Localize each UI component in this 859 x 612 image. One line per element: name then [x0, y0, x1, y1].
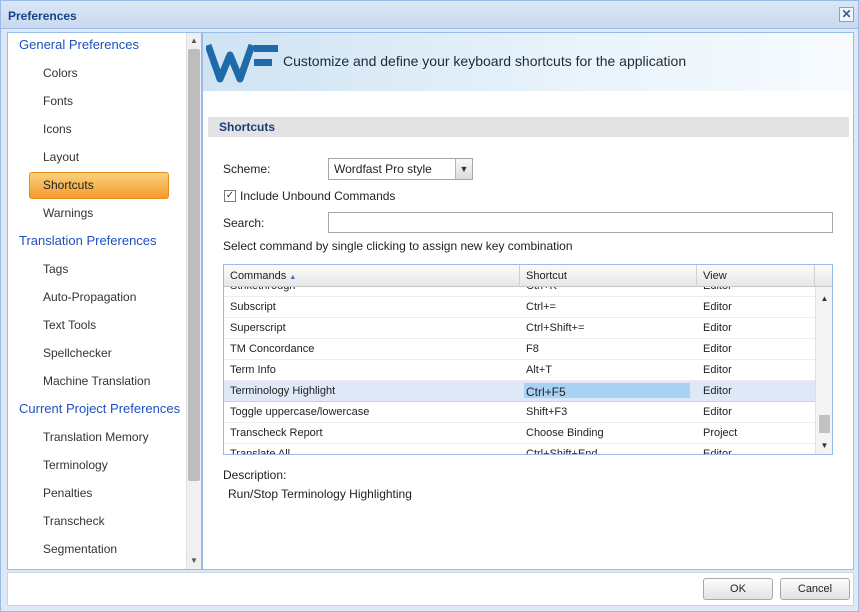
title-bar: Preferences ✕	[1, 1, 858, 29]
column-header-commands[interactable]: Commands ▲	[224, 265, 520, 287]
view-cell: Editor	[703, 406, 732, 418]
sidebar-item-terminology[interactable]: Terminology	[43, 453, 108, 477]
table-row[interactable]: Superscript Ctrl+Shift+= Editor	[224, 318, 815, 339]
column-header-shortcut[interactable]: Shortcut	[520, 265, 697, 287]
view-cell: Editor	[703, 448, 732, 454]
scroll-down-arrow[interactable]: ▼	[819, 440, 830, 451]
search-label: Search:	[223, 216, 265, 230]
command-cell: Terminology Highlight	[230, 385, 336, 397]
sidebar-item-spellchecker[interactable]: Spellchecker	[43, 341, 112, 365]
grid-scrollbar[interactable]: ▲ ▼	[815, 287, 832, 454]
shortcut-cell: Ctrl+Shift+End	[526, 448, 598, 454]
command-cell: Strikethrough	[230, 287, 295, 292]
window-title: Preferences	[8, 9, 77, 23]
shortcut-cell: Ctrl+K	[526, 287, 557, 292]
sidebar-item-tags[interactable]: Tags	[43, 257, 68, 281]
sidebar-item-transcheck[interactable]: Transcheck	[43, 509, 105, 533]
column-header-view[interactable]: View	[697, 265, 815, 287]
sidebar-item-colors[interactable]: Colors	[43, 61, 78, 85]
grid-header: Commands ▲ Shortcut View	[224, 265, 832, 287]
sidebar-item-fonts[interactable]: Fonts	[43, 89, 73, 113]
grid-body: Strikethrough Ctrl+K Editor Subscript Ctrl+=…	[224, 287, 815, 454]
command-cell: Superscript	[230, 322, 286, 334]
shortcut-cell: Choose Binding	[526, 427, 604, 439]
shortcut-cell: Ctrl+Shift+=	[526, 322, 585, 334]
shortcut-cell: Ctrl+=	[526, 301, 556, 313]
view-cell: Editor	[703, 287, 732, 292]
scroll-up-arrow[interactable]: ▲	[188, 35, 200, 47]
command-cell: Transcheck Report	[230, 427, 323, 439]
sidebar-item-shortcuts[interactable]: Shortcuts	[29, 172, 169, 199]
sidebar-group-1[interactable]: Translation Preferences	[19, 229, 157, 253]
section-title: Shortcuts	[219, 120, 276, 134]
shortcut-cell: Shift+F3	[526, 406, 568, 418]
sidebar-item-label: Shortcuts	[43, 178, 94, 192]
view-cell: Editor	[703, 385, 732, 397]
table-row[interactable]: Terminology Highlight Ctrl+F5 Editor	[224, 381, 815, 402]
shortcuts-grid: Commands ▲ Shortcut View Strikethrough Ct…	[223, 264, 833, 455]
sidebar-item-warnings[interactable]: Warnings	[43, 201, 93, 225]
table-row[interactable]: Subscript Ctrl+= Editor	[224, 297, 815, 318]
sidebar-scroll-thumb[interactable]	[188, 49, 200, 481]
sidebar-item-auto-propagation[interactable]: Auto-Propagation	[43, 285, 136, 309]
sidebar-item-text-tools[interactable]: Text Tools	[43, 313, 96, 337]
view-cell: Editor	[703, 301, 732, 313]
scheme-label: Scheme:	[223, 162, 271, 176]
scroll-down-arrow[interactable]: ▼	[188, 555, 200, 567]
shortcuts-panel: Customize and define your keyboard short…	[202, 32, 854, 570]
close-button[interactable]: ✕	[839, 7, 854, 22]
command-cell: Toggle uppercase/lowercase	[230, 406, 370, 418]
sidebar-item-segmentation[interactable]: Segmentation	[43, 537, 117, 561]
command-cell: Translate All	[230, 448, 291, 454]
section-header: Shortcuts	[208, 117, 849, 137]
sidebar-group-0[interactable]: General Preferences	[19, 33, 139, 57]
description-text: Run/Stop Terminology Highlighting	[228, 487, 412, 501]
grid-scroll-thumb[interactable]	[819, 415, 830, 433]
sidebar-item-translation-memory[interactable]: Translation Memory	[43, 425, 149, 449]
sidebar-item-machine-translation[interactable]: Machine Translation	[43, 369, 150, 393]
command-cell: TM Concordance	[230, 343, 315, 355]
dialog-footer: OK Cancel	[7, 572, 854, 606]
table-row[interactable]: Toggle uppercase/lowercase Shift+F3 Editor	[224, 402, 815, 423]
preferences-sidebar: General Preferences Colors Fonts Icons Layou…	[7, 32, 202, 570]
banner-text: Customize and define your keyboard short…	[283, 53, 687, 69]
scheme-select-value: Wordfast Pro style	[334, 162, 432, 176]
shortcut-cell: Alt+T	[526, 364, 552, 376]
wf-logo-icon	[206, 43, 278, 83]
view-cell: Editor	[703, 322, 732, 334]
view-cell: Editor	[703, 364, 732, 376]
view-cell: Editor	[703, 343, 732, 355]
cancel-button[interactable]: Cancel	[780, 578, 850, 600]
shortcut-cell: F8	[526, 343, 539, 355]
command-cell: Subscript	[230, 301, 276, 313]
description-label: Description:	[223, 468, 287, 482]
sidebar-item-icons[interactable]: Icons	[43, 117, 72, 141]
view-cell: Project	[703, 427, 738, 439]
command-cell: Term Info	[230, 364, 276, 376]
table-row[interactable]: TM Concordance F8 Editor	[224, 339, 815, 360]
sort-ascending-icon: ▲	[289, 274, 297, 281]
instruction-text: Select command by single clicking to ass…	[223, 239, 573, 253]
table-row[interactable]: Translate All Ctrl+Shift+End Editor	[224, 444, 815, 454]
sidebar-item-penalties[interactable]: Penalties	[43, 481, 92, 505]
include-unbound-label: Include Unbound Commands	[240, 189, 396, 203]
search-input[interactable]	[328, 212, 833, 233]
sidebar-item-layout[interactable]: Layout	[43, 145, 79, 169]
scheme-select[interactable]: Wordfast Pro style ▼	[328, 158, 473, 180]
scroll-up-arrow[interactable]: ▲	[819, 293, 830, 304]
shortcut-cell: Ctrl+F5	[526, 385, 566, 399]
table-row[interactable]: Strikethrough Ctrl+K Editor	[224, 287, 815, 297]
sidebar-group-2[interactable]: Current Project Preferences	[19, 397, 180, 421]
table-row[interactable]: Transcheck Report Choose Binding Project	[224, 423, 815, 444]
table-row[interactable]: Term Info Alt+T Editor	[224, 360, 815, 381]
preferences-window: Preferences ✕ General Preferences Colors F…	[0, 0, 859, 612]
close-icon: ✕	[841, 7, 852, 21]
ok-button[interactable]: OK	[703, 578, 773, 600]
chevron-down-icon[interactable]: ▼	[455, 159, 472, 179]
header-banner: Customize and define your keyboard short…	[203, 33, 853, 91]
include-unbound-checkbox[interactable]: ✓	[224, 190, 236, 202]
